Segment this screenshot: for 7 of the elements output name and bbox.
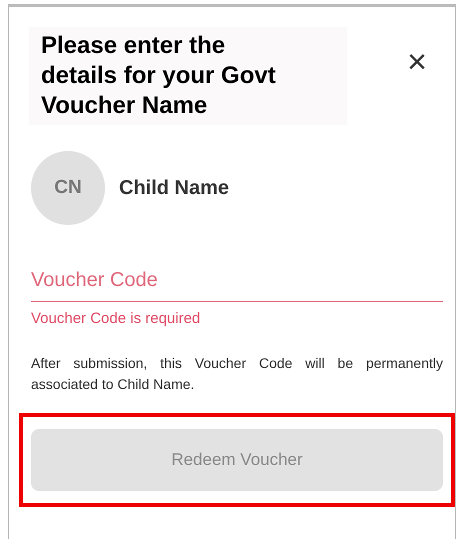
voucher-code-field[interactable]: Voucher Code: [31, 265, 443, 302]
child-name: Child Name: [119, 176, 230, 201]
submission-note: After submission, this Voucher Code will be permanently associated to Child Name.: [31, 354, 443, 394]
close-button[interactable]: ×: [407, 47, 427, 77]
error-message: Voucher Code is required: [31, 309, 202, 329]
dialog-title: Please enter the details for your Govt Voucher Name: [29, 27, 347, 125]
avatar: CN: [31, 151, 105, 225]
